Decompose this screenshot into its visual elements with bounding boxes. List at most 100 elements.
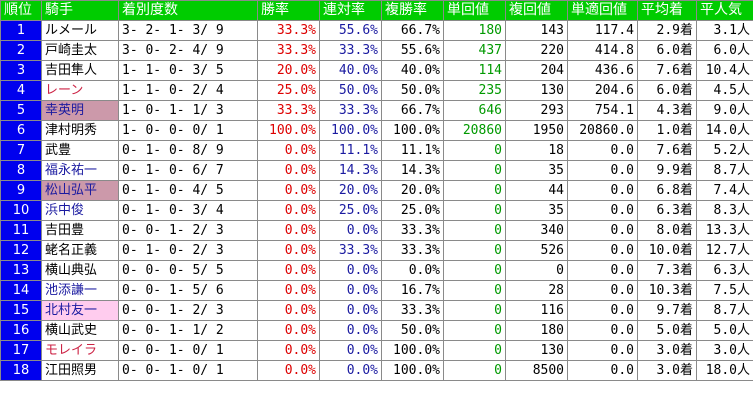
jockey-name-cell[interactable]: ルメール xyxy=(41,20,119,41)
top2-rate-cell: 40.0% xyxy=(319,60,382,81)
finish-distribution-cell: 0- 1- 0- 4/ 5 xyxy=(118,180,258,201)
win-rate-cell: 100.0% xyxy=(257,120,320,141)
average-finish-cell: 1.0着 xyxy=(637,120,697,141)
jockey-name-cell[interactable]: 吉田隼人 xyxy=(41,60,119,81)
average-popularity-cell: 7.5人 xyxy=(696,280,753,301)
table-row: 18 江田照男 0- 0- 1- 0/ 1 0.0% 0.0% 100.0% 0 8500 0.… xyxy=(0,360,753,381)
win-rate-cell: 0.0% xyxy=(257,280,320,301)
average-popularity-cell: 10.4人 xyxy=(696,60,753,81)
top2-rate-cell: 33.3% xyxy=(319,40,382,61)
average-popularity-cell: 8.7人 xyxy=(696,160,753,181)
average-popularity-cell: 12.7人 xyxy=(696,240,753,261)
top3-rate-cell: 11.1% xyxy=(381,140,444,161)
jockey-name-cell[interactable]: 吉田豊 xyxy=(41,220,119,241)
header-top2-rate[interactable]: 連対率 xyxy=(319,0,382,21)
header-win-rate[interactable]: 勝率 xyxy=(257,0,320,21)
place-return-cell: 0 xyxy=(505,260,568,281)
table-row: 3 吉田隼人 1- 1- 0- 3/ 5 20.0% 40.0% 40.0% 114 204 4… xyxy=(0,60,753,81)
adjusted-win-return-cell: 0.0 xyxy=(567,140,638,161)
table-row: 12 蛯名正義 0- 1- 0- 2/ 3 0.0% 33.3% 33.3% 0 526 0.0… xyxy=(0,240,753,261)
table-row: 17 モレイラ 0- 0- 1- 0/ 1 0.0% 0.0% 100.0% 0 130 0.0… xyxy=(0,340,753,361)
win-return-cell: 0 xyxy=(443,280,506,301)
finish-distribution-cell: 0- 0- 0- 5/ 5 xyxy=(118,260,258,281)
jockey-name-cell[interactable]: 武豊 xyxy=(41,140,119,161)
jockey-name-cell[interactable]: 江田照男 xyxy=(41,360,119,381)
header-rank[interactable]: 順位 xyxy=(0,0,42,21)
place-return-cell: 116 xyxy=(505,300,568,321)
win-rate-cell: 0.0% xyxy=(257,140,320,161)
place-return-cell: 526 xyxy=(505,240,568,261)
adjusted-win-return-cell: 0.0 xyxy=(567,340,638,361)
table-row: 1 ルメール 3- 2- 1- 3/ 9 33.3% 55.6% 66.7% 180 143 1… xyxy=(0,20,753,41)
average-finish-cell: 5.0着 xyxy=(637,320,697,341)
jockey-name-cell[interactable]: レーン xyxy=(41,80,119,101)
win-return-cell: 20860 xyxy=(443,120,506,141)
header-average-popularity[interactable]: 平人気 xyxy=(696,0,753,21)
jockey-name-cell[interactable]: 横山武史 xyxy=(41,320,119,341)
jockey-name-cell[interactable]: 福永祐一 xyxy=(41,160,119,181)
rank-cell: 14 xyxy=(0,280,42,301)
table-row: 6 津村明秀 1- 0- 0- 0/ 1 100.0% 100.0% 100.0% 2086… xyxy=(0,120,753,141)
average-finish-cell: 6.0着 xyxy=(637,40,697,61)
top3-rate-cell: 55.6% xyxy=(381,40,444,61)
finish-distribution-cell: 1- 0- 0- 0/ 1 xyxy=(118,120,258,141)
average-finish-cell: 6.0着 xyxy=(637,80,697,101)
top3-rate-cell: 100.0% xyxy=(381,360,444,381)
jockey-name-cell[interactable]: 松山弘平 xyxy=(41,180,119,201)
top2-rate-cell: 50.0% xyxy=(319,80,382,101)
win-rate-cell: 0.0% xyxy=(257,300,320,321)
place-return-cell: 44 xyxy=(505,180,568,201)
jockey-name-cell[interactable]: 横山典弘 xyxy=(41,260,119,281)
place-return-cell: 220 xyxy=(505,40,568,61)
top3-rate-cell: 33.3% xyxy=(381,300,444,321)
finish-distribution-cell: 0- 0- 1- 2/ 3 xyxy=(118,300,258,321)
top3-rate-cell: 33.3% xyxy=(381,240,444,261)
top2-rate-cell: 33.3% xyxy=(319,240,382,261)
jockey-name-cell[interactable]: 戸崎圭太 xyxy=(41,40,119,61)
adjusted-win-return-cell: 0.0 xyxy=(567,260,638,281)
win-rate-cell: 0.0% xyxy=(257,200,320,221)
header-win-return[interactable]: 単回値 xyxy=(443,0,506,21)
top3-rate-cell: 50.0% xyxy=(381,80,444,101)
jockey-name-cell[interactable]: 浜中俊 xyxy=(41,200,119,221)
table-row: 2 戸崎圭太 3- 0- 2- 4/ 9 33.3% 33.3% 55.6% 437 220 4… xyxy=(0,40,753,61)
average-finish-cell: 7.3着 xyxy=(637,260,697,281)
adjusted-win-return-cell: 204.6 xyxy=(567,80,638,101)
jockey-name-cell[interactable]: 北村友一 xyxy=(41,300,119,321)
place-return-cell: 130 xyxy=(505,340,568,361)
win-rate-cell: 0.0% xyxy=(257,240,320,261)
top3-rate-cell: 20.0% xyxy=(381,180,444,201)
jockey-name-cell[interactable]: モレイラ xyxy=(41,340,119,361)
jockey-name-cell[interactable]: 蛯名正義 xyxy=(41,240,119,261)
jockey-name-cell[interactable]: 幸英明 xyxy=(41,100,119,121)
top3-rate-cell: 14.3% xyxy=(381,160,444,181)
place-return-cell: 28 xyxy=(505,280,568,301)
top3-rate-cell: 16.7% xyxy=(381,280,444,301)
average-finish-cell: 6.3着 xyxy=(637,200,697,221)
place-return-cell: 293 xyxy=(505,100,568,121)
average-popularity-cell: 13.3人 xyxy=(696,220,753,241)
average-finish-cell: 7.6着 xyxy=(637,140,697,161)
header-jockey[interactable]: 騎手 xyxy=(41,0,119,21)
win-return-cell: 0 xyxy=(443,160,506,181)
average-finish-cell: 6.8着 xyxy=(637,180,697,201)
header-finish-distribution[interactable]: 着別度数 xyxy=(118,0,258,21)
rank-cell: 16 xyxy=(0,320,42,341)
top2-rate-cell: 0.0% xyxy=(319,340,382,361)
header-average-finish[interactable]: 平均着 xyxy=(637,0,697,21)
win-return-cell: 180 xyxy=(443,20,506,41)
place-return-cell: 35 xyxy=(505,160,568,181)
table-row: 11 吉田豊 0- 0- 1- 2/ 3 0.0% 0.0% 33.3% 0 340 0.0 8.… xyxy=(0,220,753,241)
header-place-return[interactable]: 複回値 xyxy=(505,0,568,21)
jockey-name-cell[interactable]: 池添謙一 xyxy=(41,280,119,301)
rank-cell: 7 xyxy=(0,140,42,161)
average-popularity-cell: 6.3人 xyxy=(696,260,753,281)
header-top3-rate[interactable]: 複勝率 xyxy=(381,0,444,21)
rank-cell: 1 xyxy=(0,20,42,41)
rank-cell: 10 xyxy=(0,200,42,221)
top2-rate-cell: 25.0% xyxy=(319,200,382,221)
top2-rate-cell: 0.0% xyxy=(319,360,382,381)
top2-rate-cell: 14.3% xyxy=(319,160,382,181)
jockey-name-cell[interactable]: 津村明秀 xyxy=(41,120,119,141)
header-adjusted-win-return[interactable]: 単適回値 xyxy=(567,0,638,21)
